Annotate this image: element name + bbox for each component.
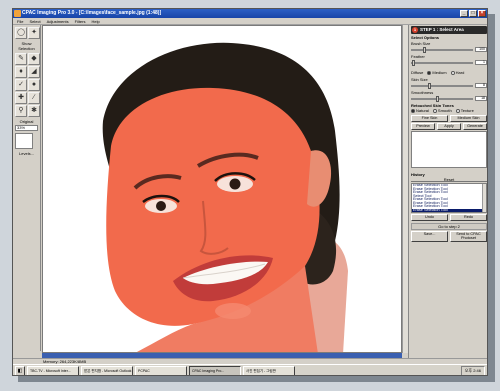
diffuse-medium-radio[interactable]: Medium — [427, 70, 447, 76]
brush-size-row: 100 — [411, 46, 487, 53]
preview-button[interactable]: Preview — [411, 123, 435, 130]
skin-size-field[interactable]: 8 — [475, 83, 487, 88]
feather-row: 1 — [411, 59, 487, 66]
history-item-selected[interactable]: Erase Selection Tool — [412, 208, 486, 212]
step-header: 1 STEP 1 : Select Area — [411, 26, 487, 34]
brush-size-field[interactable]: 100 — [475, 47, 487, 52]
menu-filters[interactable]: Filters — [75, 18, 86, 24]
diffuse-label: Diffuse — [411, 70, 424, 75]
redo-button[interactable]: Redo — [450, 214, 487, 221]
smoothness-slider[interactable] — [411, 95, 473, 102]
diffuse-hard-radio[interactable]: Hard — [450, 70, 464, 76]
eraser-tool-icon[interactable]: ◆ — [28, 53, 40, 65]
window-title: CPAC Imaging Pro 3.0 - [C:\Images\face_s… — [22, 10, 162, 16]
save-send-row: Save... Send to CPAC Photoset — [411, 231, 487, 242]
menu-select[interactable]: Select — [29, 18, 40, 24]
menu-help[interactable]: Help — [91, 18, 99, 24]
image-canvas[interactable] — [42, 25, 402, 353]
levels-label[interactable]: Levels... — [13, 151, 40, 156]
apply-button[interactable]: Apply — [437, 123, 461, 130]
step-title: STEP 1 : Select Area — [420, 27, 464, 32]
feather-thumb[interactable] — [412, 59, 416, 66]
app-icon — [14, 10, 21, 17]
step-number-badge: 1 — [412, 27, 418, 33]
smoothness-field[interactable]: 18 — [475, 96, 487, 101]
start-button[interactable]: ◧ — [15, 366, 25, 375]
menu-bar: File Select Adjustments Filters Help — [13, 18, 487, 25]
preview-area — [411, 131, 487, 168]
feather-field[interactable]: 1 — [475, 60, 487, 65]
window-controls: _ □ × — [460, 10, 486, 17]
brush-tool-icon[interactable]: ♦ — [15, 66, 27, 78]
save-button[interactable]: Save... — [411, 231, 448, 242]
history-reset[interactable]: Reset — [411, 177, 487, 182]
clock: 오후 2:46 — [460, 366, 485, 375]
taskbar-item[interactable]: 사진 편집기 - 그림판 — [243, 366, 295, 375]
steps-panel: 1 STEP 1 : Select Area Select Options Br… — [408, 25, 487, 358]
generate-button[interactable]: Generate — [463, 123, 487, 130]
taskbar-item[interactable]: TBC-TV - Microsoft Inter... — [27, 366, 79, 375]
undo-button[interactable]: Undo — [411, 214, 448, 221]
title-bar[interactable]: CPAC Imaging Pro 3.0 - [C:\Images\face_s… — [13, 9, 487, 18]
history-scrollbar[interactable] — [482, 184, 486, 212]
smoothness-thumb[interactable] — [435, 95, 439, 102]
toolbox: ◯ ✦ Show Selection ✎ ◆ ♦ ◢ ✓ ● ✚ ∕ ⚲ ✱ O… — [13, 25, 41, 351]
taskbar-item[interactable]: PCPAC — [135, 366, 187, 375]
close-button[interactable]: × — [478, 10, 486, 17]
eyedropper-tool-icon[interactable]: ∕ — [28, 92, 40, 104]
portrait-image — [102, 42, 348, 352]
color-tool-icon[interactable]: ● — [28, 79, 40, 91]
view-label: Original — [19, 119, 34, 124]
pencil-tool-icon[interactable]: ✎ — [15, 53, 27, 65]
settings-tool-icon[interactable]: ✱ — [28, 105, 40, 117]
taskbar: ◧ TBC-TV - Microsoft Inter... 받은 편지함 - M… — [13, 364, 487, 375]
zoom-select[interactable]: 33% — [15, 125, 38, 131]
feather-slider[interactable] — [411, 59, 473, 66]
action-buttons-row: Preview Apply Generate — [411, 123, 487, 130]
tone-options-row: Natural Smooth Texture — [411, 108, 487, 114]
history-list[interactable]: Erase Selection Tool Erase Selection Too… — [411, 183, 487, 213]
skin-buttons-row: Fine Skin Medium Skin — [411, 115, 487, 122]
menu-file[interactable]: File — [17, 18, 23, 24]
lasso-tool-icon[interactable]: ◯ — [15, 27, 27, 39]
skin-size-row: 8 — [411, 82, 487, 89]
taskbar-item-active[interactable]: CPAC Imaging Pro... — [189, 366, 241, 375]
app-window: CPAC Imaging Pro 3.0 - [C:\Images\face_s… — [12, 8, 488, 376]
menu-adjustments[interactable]: Adjustments — [47, 18, 69, 24]
smoothness-row: 18 — [411, 95, 487, 102]
tone-texture-radio[interactable]: Texture — [455, 108, 474, 114]
fill-tool-icon[interactable]: ◢ — [28, 66, 40, 78]
smudge-tool-icon[interactable]: ✓ — [15, 79, 27, 91]
undo-redo-row: Undo Redo — [411, 214, 487, 221]
brush-size-slider[interactable] — [411, 46, 473, 53]
tone-smooth-radio[interactable]: Smooth — [432, 108, 452, 114]
zoom-tool-icon[interactable]: ⚲ — [15, 105, 27, 117]
fine-skin-button[interactable]: Fine Skin — [411, 115, 448, 122]
minimize-button[interactable]: _ — [460, 10, 468, 17]
skin-size-thumb[interactable] — [428, 82, 432, 89]
medium-skin-button[interactable]: Medium Skin — [450, 115, 487, 122]
blur-tool-icon[interactable]: ✚ — [15, 92, 27, 104]
brush-size-thumb[interactable] — [423, 46, 427, 53]
select-options-label: Select Options — [411, 35, 440, 40]
taskbar-item[interactable]: 받은 편지함 - Microsoft Outlook — [81, 366, 133, 375]
maximize-button[interactable]: □ — [469, 10, 477, 17]
send-photoset-button[interactable]: Send to CPAC Photoset — [450, 231, 487, 242]
goto-step-button[interactable]: Go to step 2 — [411, 223, 487, 230]
show-selection-label[interactable]: Show Selection — [13, 41, 40, 51]
skin-size-slider[interactable] — [411, 82, 473, 89]
diffuse-row: Diffuse Medium Hard — [411, 70, 487, 76]
tone-natural-radio[interactable]: Natural — [411, 108, 429, 114]
color-swatch[interactable] — [15, 133, 33, 149]
magic-select-icon[interactable]: ✦ — [28, 27, 40, 39]
